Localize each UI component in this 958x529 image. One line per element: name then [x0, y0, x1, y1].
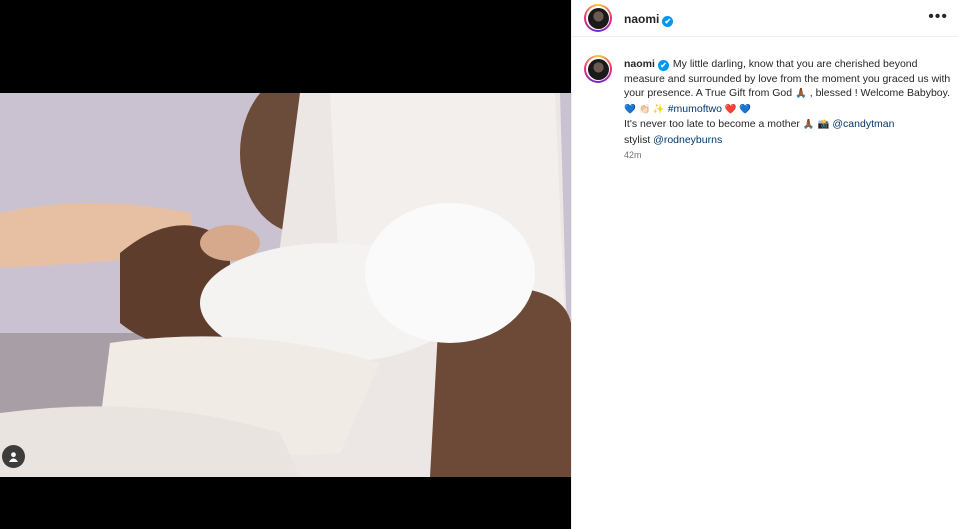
emoji-group-2: ❤️ 💙 — [724, 103, 752, 115]
verified-badge-icon: ✔ — [657, 60, 669, 71]
camera-emoji: 📸 — [817, 119, 830, 131]
hashtag-link[interactable]: #mumoftwo — [668, 103, 722, 115]
post-header: naomi ✔ ••• — [572, 0, 958, 37]
emoji-group-1: 💙 👏🏻 ✨ — [624, 103, 665, 115]
caption-avatar[interactable] — [584, 55, 612, 83]
praying-emoji-2: 🙏🏾 — [802, 119, 815, 131]
post-side-panel: naomi ✔ ••• naomi ✔ My little darling, know… — [571, 0, 958, 529]
caption-username[interactable]: naomi ✔ — [624, 58, 669, 71]
mention-rodneyburns[interactable]: @rodneyburns — [653, 134, 722, 146]
post-timestamp[interactable]: 42m — [624, 150, 642, 160]
tagged-users-button[interactable] — [2, 445, 25, 468]
praying-emoji: 🙏🏾 — [795, 88, 807, 100]
caption-text: naomi ✔ My little darling, know that you a… — [624, 58, 951, 146]
post-media — [0, 0, 571, 529]
profile-avatar[interactable] — [584, 4, 612, 32]
mention-candytman[interactable]: @candytman — [832, 118, 894, 130]
verified-badge-icon: ✔ — [662, 16, 674, 27]
post-photo — [0, 93, 571, 477]
header-username[interactable]: naomi ✔ — [624, 12, 674, 27]
more-options-icon[interactable]: ••• — [928, 9, 948, 25]
user-tag-icon — [8, 452, 19, 462]
